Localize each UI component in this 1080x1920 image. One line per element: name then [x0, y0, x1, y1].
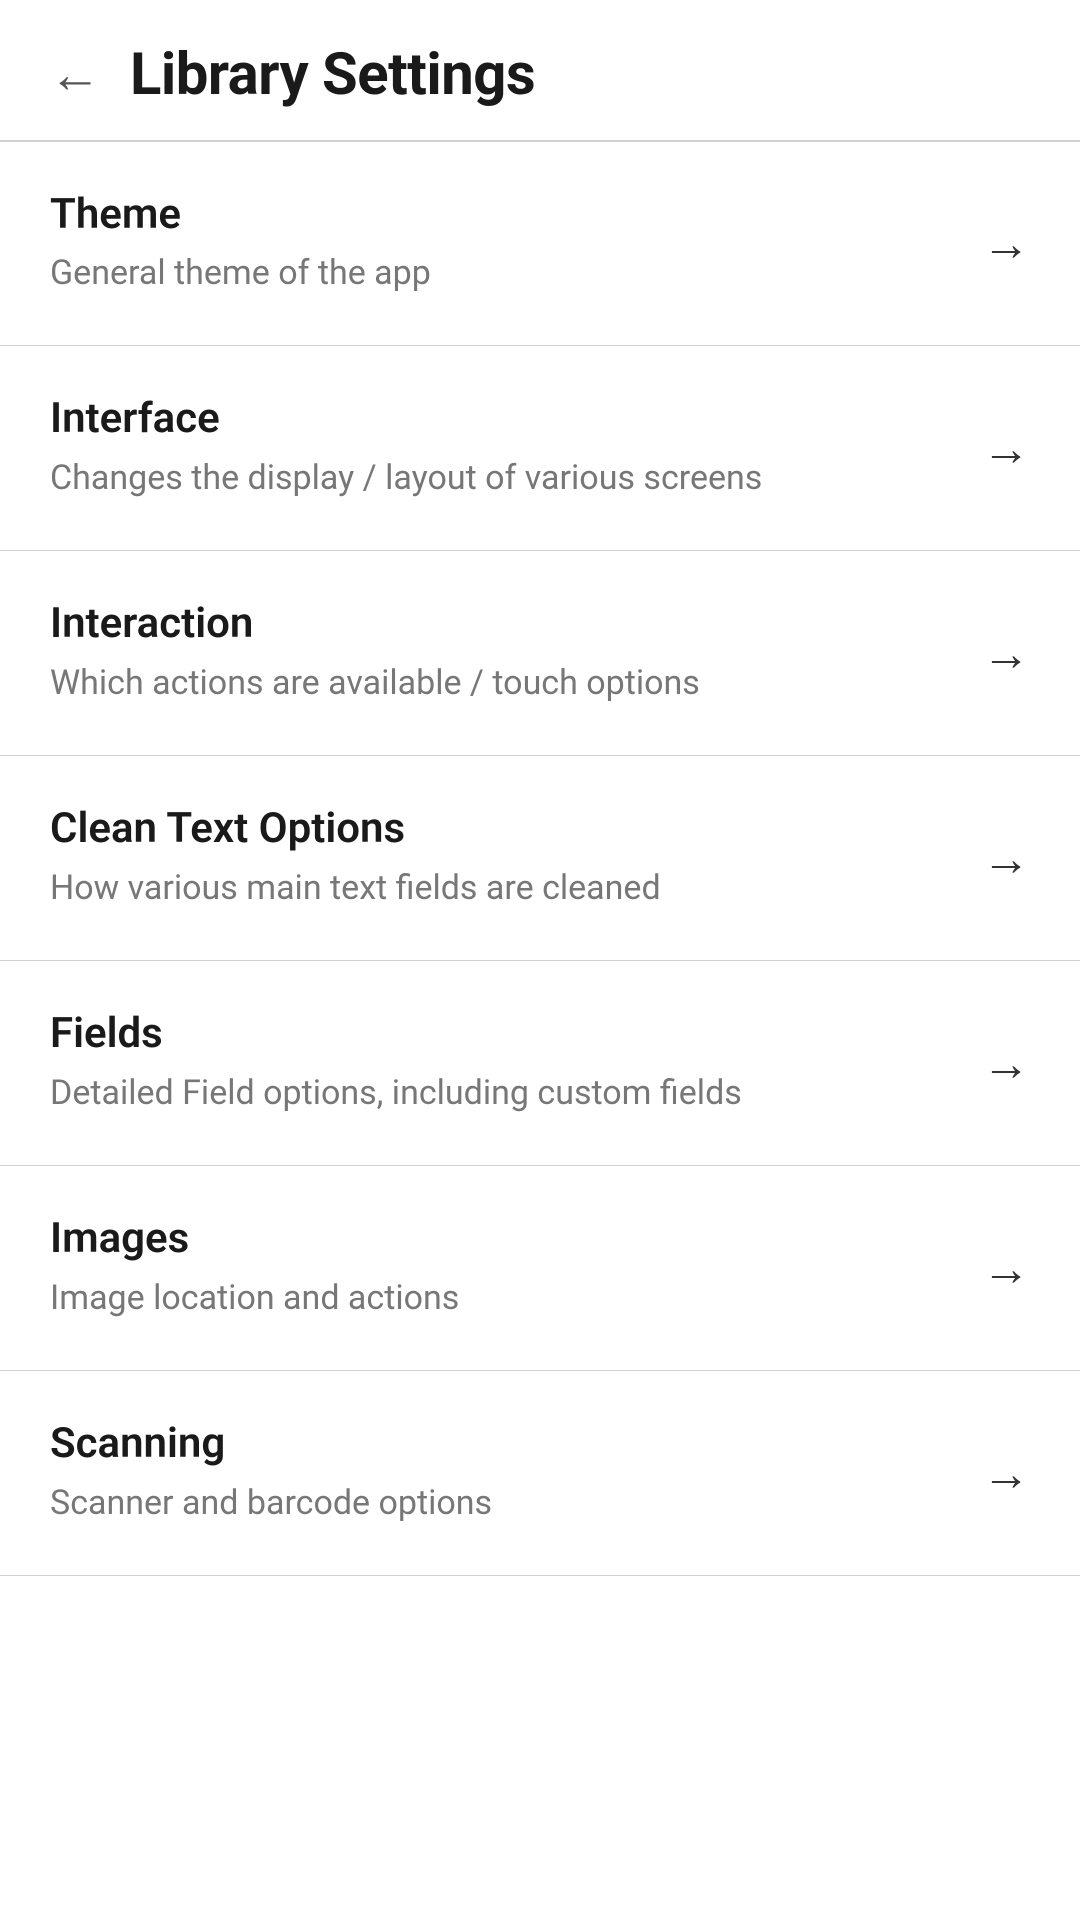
settings-item-images[interactable]: Images Image location and actions → [0, 1166, 1080, 1371]
settings-item-arrow-theme: → [982, 215, 1030, 272]
settings-item-fields[interactable]: Fields Detailed Field options, including… [0, 961, 1080, 1166]
settings-item-description-interface: Changes the display / layout of various … [50, 455, 942, 503]
settings-item-content-theme: Theme General theme of the app [50, 190, 982, 298]
settings-item-title-clean-text-options: Clean Text Options [50, 804, 942, 854]
settings-item-title-fields: Fields [50, 1009, 942, 1059]
settings-item-description-scanning: Scanner and barcode options [50, 1480, 942, 1528]
settings-item-arrow-images: → [982, 1240, 1030, 1297]
settings-item-description-fields: Detailed Field options, including custom… [50, 1070, 942, 1118]
page-title: Library Settings [130, 41, 535, 109]
settings-item-content-interaction: Interaction Which actions are available … [50, 599, 982, 707]
settings-item-arrow-scanning: → [982, 1445, 1030, 1502]
back-arrow-icon: ← [49, 49, 101, 101]
settings-item-arrow-clean-text-options: → [982, 830, 1030, 887]
settings-item-content-scanning: Scanning Scanner and barcode options [50, 1419, 982, 1527]
header: ← Library Settings [0, 0, 1080, 140]
settings-item-scanning[interactable]: Scanning Scanner and barcode options → [0, 1371, 1080, 1576]
settings-item-content-interface: Interface Changes the display / layout o… [50, 394, 982, 502]
settings-item-interaction[interactable]: Interaction Which actions are available … [0, 551, 1080, 756]
settings-item-title-interface: Interface [50, 394, 942, 444]
settings-item-arrow-fields: → [982, 1035, 1030, 1092]
settings-item-description-theme: General theme of the app [50, 250, 942, 298]
settings-item-content-images: Images Image location and actions [50, 1214, 982, 1322]
settings-item-interface[interactable]: Interface Changes the display / layout o… [0, 346, 1080, 551]
settings-item-title-images: Images [50, 1214, 942, 1264]
settings-item-description-interaction: Which actions are available / touch opti… [50, 660, 942, 708]
settings-item-description-clean-text-options: How various main text fields are cleaned [50, 865, 942, 913]
settings-item-theme[interactable]: Theme General theme of the app → [0, 142, 1080, 347]
settings-item-title-interaction: Interaction [50, 599, 942, 649]
settings-item-title-scanning: Scanning [50, 1419, 942, 1469]
settings-item-clean-text-options[interactable]: Clean Text Options How various main text… [0, 756, 1080, 961]
settings-item-arrow-interaction: → [982, 625, 1030, 682]
settings-item-title-theme: Theme [50, 190, 942, 240]
settings-item-arrow-interface: → [982, 420, 1030, 477]
back-button[interactable]: ← [40, 40, 110, 110]
settings-item-content-fields: Fields Detailed Field options, including… [50, 1009, 982, 1117]
settings-list: Theme General theme of the app → Interfa… [0, 142, 1080, 1577]
settings-item-description-images: Image location and actions [50, 1275, 942, 1323]
settings-item-content-clean-text-options: Clean Text Options How various main text… [50, 804, 982, 912]
